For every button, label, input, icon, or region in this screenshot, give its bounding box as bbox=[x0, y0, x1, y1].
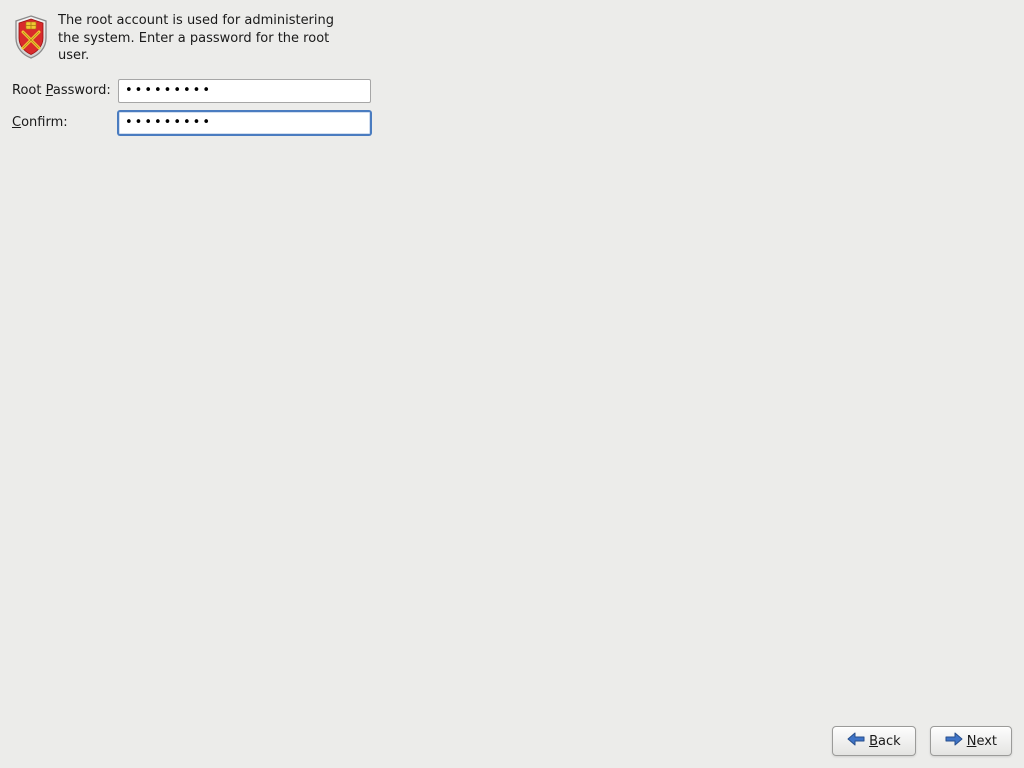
next-button[interactable]: Next bbox=[930, 726, 1012, 756]
content: The root account is used for administeri… bbox=[12, 12, 1012, 143]
root-password-input[interactable] bbox=[118, 79, 371, 103]
arrow-left-icon bbox=[847, 732, 865, 750]
label-text: onfirm: bbox=[21, 115, 68, 130]
arrow-right-icon bbox=[945, 732, 963, 750]
installer-page: The root account is used for administeri… bbox=[0, 0, 1024, 768]
label-text: Root bbox=[12, 83, 46, 98]
button-label: Back bbox=[869, 734, 901, 749]
root-password-label: Root Password: bbox=[12, 83, 118, 98]
shield-icon bbox=[12, 14, 50, 64]
intro-text: The root account is used for administeri… bbox=[58, 12, 358, 65]
confirm-row: Confirm: bbox=[12, 111, 1012, 135]
confirm-label: Confirm: bbox=[12, 115, 118, 130]
footer: Back Next bbox=[832, 726, 1012, 756]
intro-row: The root account is used for administeri… bbox=[12, 12, 1012, 65]
label-accel: P bbox=[46, 83, 53, 98]
label-text: assword: bbox=[53, 83, 111, 98]
label-accel: C bbox=[12, 115, 21, 130]
back-button[interactable]: Back bbox=[832, 726, 916, 756]
button-label: Next bbox=[967, 734, 997, 749]
confirm-input[interactable] bbox=[118, 111, 371, 135]
root-password-row: Root Password: bbox=[12, 79, 1012, 103]
